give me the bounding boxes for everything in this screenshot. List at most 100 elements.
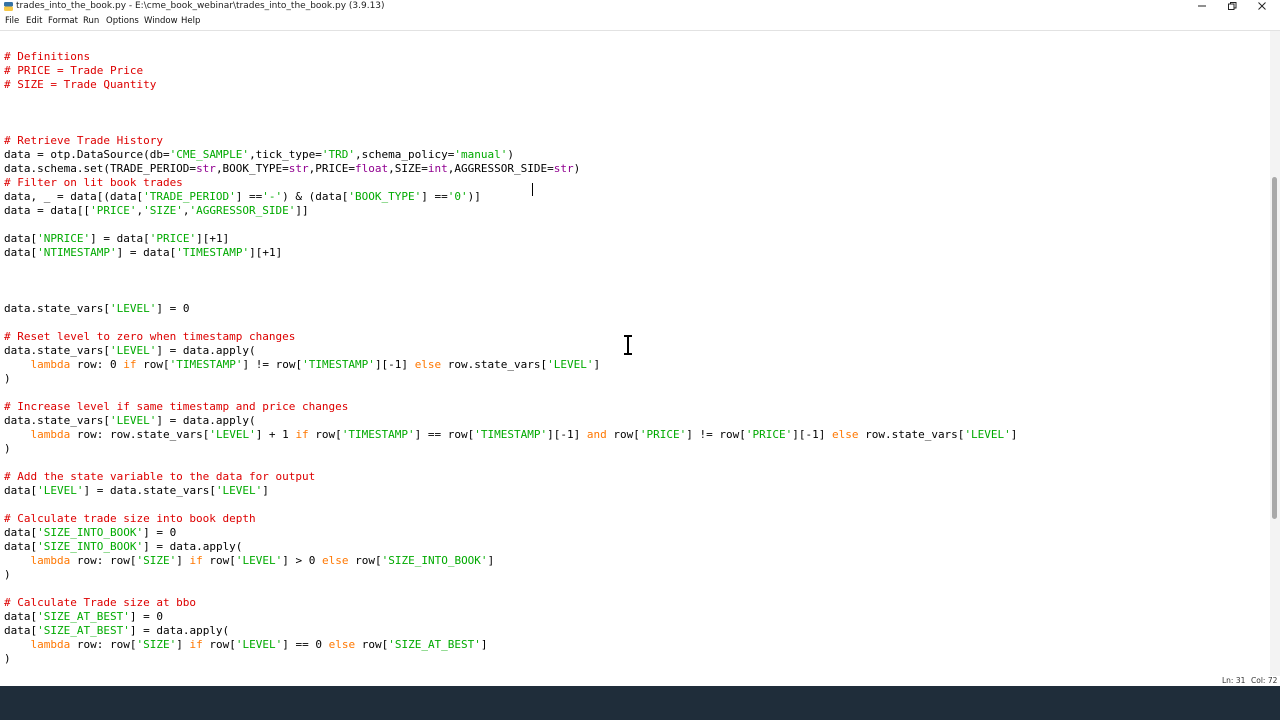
menu-bar: File Edit Format Run Options Window Help (0, 15, 1280, 29)
code-token: # Filter on lit book trades (4, 176, 183, 189)
code-token: row[ (348, 554, 382, 567)
window-title: trades_into_the_book.py - E:\cme_book_we… (16, 1, 385, 11)
code-line[interactable]: data['SIZE_INTO_BOOK'] = 0 (4, 526, 176, 540)
code-token: and (586, 428, 607, 441)
code-line[interactable]: data = otp.DataSource(db='CME_SAMPLE',ti… (4, 148, 514, 162)
code-token: ) (507, 148, 514, 161)
code-token: ,AGGRESSOR_SIDE= (447, 162, 554, 175)
menu-format[interactable]: Format (48, 16, 78, 26)
code-token: data[ (4, 610, 38, 623)
menu-help[interactable]: Help (181, 16, 200, 26)
code-line[interactable]: # Retrieve Trade History (4, 134, 163, 148)
code-line[interactable]: # Increase level if same timestamp and p… (4, 400, 348, 414)
code-token: ] = 0 (143, 526, 177, 539)
menu-run[interactable]: Run (83, 16, 99, 26)
code-line[interactable]: data['LEVEL'] = data.state_vars['LEVEL'] (4, 484, 269, 498)
code-token: row: row[ (70, 638, 137, 651)
code-line[interactable]: data, _ = data[(data['TRADE_PERIOD'] =='… (4, 190, 481, 204)
code-line[interactable]: # Add the state variable to the data for… (4, 470, 315, 484)
code-line[interactable]: data['SIZE_AT_BEST'] = 0 (4, 610, 163, 624)
code-token: 'SIZE_AT_BEST' (37, 624, 130, 637)
menu-file[interactable]: File (5, 16, 19, 26)
code-token: data = otp.DataSource(db= (4, 148, 170, 161)
code-token: data.state_vars[ (4, 344, 110, 357)
code-token: 'SIZE_INTO_BOOK' (37, 526, 144, 539)
line-number: Ln: 31 (1222, 676, 1246, 685)
column-number: Col: 72 (1251, 676, 1278, 685)
code-line[interactable]: data = data[['PRICE','SIZE','AGGRESSOR_S… (4, 204, 309, 218)
vertical-scrollbar[interactable] (1270, 31, 1280, 676)
code-token: ,schema_policy= (355, 148, 455, 161)
code-line[interactable]: lambda row: row.state_vars['LEVEL'] + 1 … (4, 428, 1018, 442)
code-token: float (355, 162, 389, 175)
code-line[interactable]: ) (4, 568, 11, 582)
close-button[interactable] (1248, 0, 1276, 14)
code-token: str (553, 162, 574, 175)
code-line[interactable]: ) (4, 652, 11, 666)
code-token: ] = data[ (90, 232, 150, 245)
code-token: if (295, 428, 309, 441)
code-line[interactable]: data.state_vars['LEVEL'] = data.apply( (4, 414, 256, 428)
code-token: 'PRICE' (149, 232, 197, 245)
code-line[interactable]: ) (4, 442, 11, 456)
code-line[interactable]: # Calculate trade size into book depth (4, 512, 256, 526)
code-token: ][-1] (792, 428, 832, 441)
code-line[interactable]: data['NTIMESTAMP'] = data['TIMESTAMP'][+… (4, 246, 282, 260)
code-line[interactable]: lambda row: row['SIZE'] if row['LEVEL'] … (4, 554, 495, 568)
minimize-button[interactable] (1188, 0, 1216, 14)
code-token: data[ (4, 246, 38, 259)
code-token: else (414, 358, 442, 371)
code-token: ) & (data[ (282, 190, 349, 203)
code-token: # PRICE = Trade Price (4, 64, 144, 77)
code-token: 'PRICE' (639, 428, 687, 441)
menu-edit[interactable]: Edit (26, 16, 42, 26)
code-token: ] (262, 484, 269, 497)
code-token: data[ (4, 624, 38, 637)
title-bar: trades_into_the_book.py - E:\cme_book_we… (0, 0, 1280, 14)
code-line[interactable]: # SIZE = Trade Quantity (4, 78, 156, 92)
restore-button[interactable] (1218, 0, 1246, 14)
code-token: else (328, 638, 356, 651)
code-line[interactable]: data['NPRICE'] = data['PRICE'][+1] (4, 232, 229, 246)
code-token: 'LEVEL' (215, 484, 263, 497)
menu-options[interactable]: Options (106, 16, 139, 26)
code-line[interactable]: lambda row: row['SIZE'] if row['LEVEL'] … (4, 638, 488, 652)
code-token: ][-1] (547, 428, 587, 441)
code-line[interactable]: # Definitions (4, 50, 90, 64)
code-line[interactable]: lambda row: 0 if row['TIMESTAMP'] != row… (4, 358, 601, 372)
code-line[interactable]: # PRICE = Trade Price (4, 64, 143, 78)
code-line[interactable]: # Reset level to zero when timestamp cha… (4, 330, 295, 344)
code-line[interactable]: # Calculate Trade size at bbo (4, 596, 196, 610)
code-token: ] == row[ (414, 428, 475, 441)
code-token: # Reset level to zero when timestamp cha… (4, 330, 296, 343)
code-token: 'SIZE_AT_BEST' (388, 638, 481, 651)
code-token: 'LEVEL' (547, 358, 594, 371)
menu-window[interactable]: Window (144, 16, 178, 26)
code-token: row.state_vars[ (441, 358, 548, 371)
minimize-icon (1198, 5, 1206, 7)
code-token: row: row[ (70, 554, 137, 567)
code-token: ] != row[ (686, 428, 746, 441)
code-token: 'PRICE' (745, 428, 793, 441)
code-line[interactable]: data.schema.set(TRADE_PERIOD=str,BOOK_TY… (4, 162, 580, 176)
code-editor[interactable]: # Definitions # PRICE = Trade Price # SIZE… (0, 31, 1270, 676)
code-token: ] (487, 554, 495, 567)
scrollbar-thumb[interactable] (1272, 177, 1277, 519)
code-line[interactable]: data.state_vars['LEVEL'] = 0 (4, 302, 189, 316)
code-line[interactable]: ) (4, 372, 11, 386)
code-token: lambda (30, 428, 71, 441)
code-line[interactable]: # Filter on lit book trades (4, 176, 183, 190)
code-token: data[ (4, 526, 38, 539)
code-line[interactable]: data['SIZE_AT_BEST'] = data.apply( (4, 624, 229, 638)
code-token: 'SIZE' (136, 638, 177, 651)
code-line[interactable]: data.state_vars['LEVEL'] = data.apply( (4, 344, 256, 358)
code-line[interactable]: data['SIZE_INTO_BOOK'] = data.apply( (4, 540, 242, 554)
code-token: row[ (202, 638, 236, 651)
close-icon (1258, 2, 1266, 10)
python-idle-icon (4, 2, 13, 11)
code-token: ,tick_type= (249, 148, 322, 161)
code-token: ] == (235, 190, 263, 203)
code-token: data.state_vars[ (4, 302, 110, 315)
code-token: if (189, 638, 203, 651)
